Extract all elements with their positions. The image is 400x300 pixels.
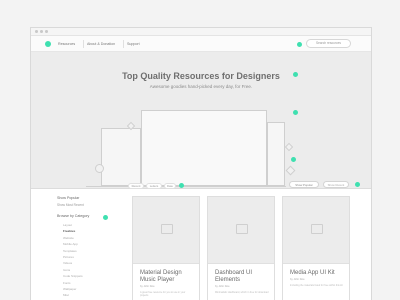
category-item[interactable]: Icons <box>63 268 70 272</box>
sidebar-show-recent[interactable]: Show Most Recent <box>57 203 84 207</box>
hotspot-badge <box>293 72 298 77</box>
category-item[interactable]: Code Snippets <box>63 274 83 278</box>
browser-titlebar <box>31 28 371 36</box>
card-title[interactable]: Media App UI Kit <box>290 270 335 276</box>
card-thumbnail <box>133 197 199 264</box>
card-description: Including the materials listed for free … <box>290 284 343 287</box>
category-item[interactable]: Website <box>63 236 74 240</box>
illustration-tablet <box>101 128 141 186</box>
category-item[interactable]: Templates <box>63 249 77 253</box>
category-item[interactable]: Fonts <box>63 281 71 285</box>
hotspot-badge <box>355 182 360 187</box>
sort-popular-button[interactable]: Show Popular <box>289 181 319 188</box>
nav-divider <box>123 40 124 48</box>
card-title[interactable]: Dashboard UI <box>215 270 252 276</box>
illustration-ground-line <box>86 186 286 187</box>
image-placeholder-icon <box>311 224 323 234</box>
filter-date[interactable]: Date <box>164 183 176 189</box>
card-thumbnail <box>208 197 274 264</box>
illustration-diamond <box>285 165 296 176</box>
illustration-diamond <box>284 142 294 152</box>
card-title-line2[interactable]: Music Player <box>140 277 174 283</box>
illustration-monitor <box>141 110 267 186</box>
illustration-circle <box>95 164 104 173</box>
category-item[interactable]: Misc <box>63 293 69 297</box>
category-item[interactable]: Freebies <box>63 229 75 233</box>
sidebar-browse-title: Browse by Category <box>57 214 90 218</box>
sidebar-show-popular[interactable]: Show Popular <box>57 196 79 200</box>
category-item[interactable]: Mobile App <box>63 242 78 246</box>
card-description: A great free resource for you to use in … <box>140 291 186 298</box>
hero-title: Top Quality Resources for Designers <box>122 71 280 81</box>
image-placeholder-icon <box>161 224 173 234</box>
top-navbar: Resources About & Donation Support Searc… <box>31 36 371 52</box>
nav-link-support[interactable]: Support <box>127 40 140 48</box>
illustration-phone <box>267 122 285 186</box>
resource-card[interactable]: Dashboard UI Elements by John Doe Minima… <box>207 196 275 300</box>
category-item[interactable]: Videos <box>63 261 72 265</box>
card-thumbnail <box>283 197 349 264</box>
card-author: by John Doe <box>290 278 305 281</box>
card-author: by John Doe <box>140 285 155 288</box>
nav-link-about[interactable]: About & Donation <box>87 40 115 48</box>
window-minimize-dot[interactable] <box>40 30 43 33</box>
logo-icon[interactable] <box>45 41 51 47</box>
filter-recent[interactable]: Recent <box>128 183 144 189</box>
hotspot-badge <box>293 110 298 115</box>
search-input[interactable]: Search resources <box>306 39 351 48</box>
sort-recent-button[interactable]: Show Recent <box>323 181 349 188</box>
hotspot-badge <box>297 42 302 47</box>
card-author: by John Doe <box>215 285 230 288</box>
hero-subtitle: Awesome goodies hand-picked every day, f… <box>149 84 253 89</box>
category-item[interactable]: Layout <box>63 223 72 227</box>
browser-window: Resources About & Donation Support Searc… <box>30 27 372 300</box>
filter-letters[interactable]: Letters <box>146 183 162 189</box>
hotspot-badge <box>291 157 296 162</box>
window-maximize-dot[interactable] <box>45 30 48 33</box>
card-title[interactable]: Material Design <box>140 270 182 276</box>
card-description: Minimalistic dashboard, which in free fo… <box>215 291 269 294</box>
nav-divider <box>83 40 84 48</box>
image-placeholder-icon <box>236 224 248 234</box>
resource-card[interactable]: Material Design Music Player by John Doe… <box>132 196 200 300</box>
nav-link-resources[interactable]: Resources <box>58 40 75 48</box>
category-item[interactable]: Pictures <box>63 255 74 259</box>
hotspot-badge <box>179 183 184 188</box>
category-item[interactable]: Wallpaper <box>63 287 76 291</box>
window-close-dot[interactable] <box>35 30 38 33</box>
hotspot-badge <box>103 215 108 220</box>
card-title-line2[interactable]: Elements <box>215 277 240 283</box>
resource-card[interactable]: Media App UI Kit by John Doe Including t… <box>282 196 350 300</box>
hero-section: Top Quality Resources for Designers Awes… <box>31 52 371 189</box>
